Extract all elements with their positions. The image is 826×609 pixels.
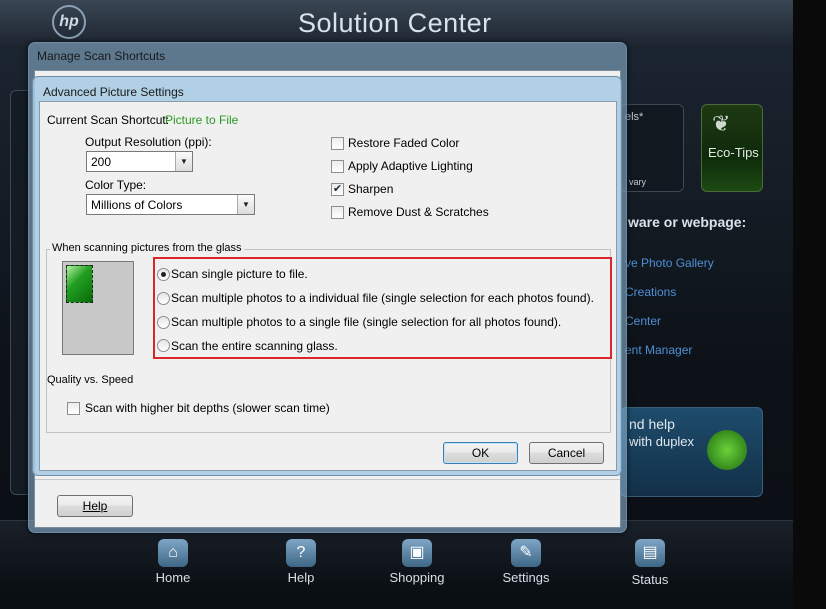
color-type-value: Millions of Colors <box>91 198 183 212</box>
sharpen-label: Sharpen <box>348 182 394 196</box>
app-left-panel <box>10 90 28 495</box>
eco-tips-tile[interactable]: ❦ Eco-Tips <box>701 104 763 192</box>
remove-dust-checkbox[interactable] <box>331 206 344 219</box>
software-webpage-heading: ware or webpage: <box>628 214 747 230</box>
resolution-label: Output Resolution (ppi): <box>85 135 212 149</box>
color-type-select[interactable]: Millions of Colors ▼ <box>86 194 255 215</box>
advanced-picture-settings-title: Advanced Picture Settings <box>43 85 184 99</box>
pixels-tile-text: els* <box>625 111 644 123</box>
restore-faded-color-checkbox[interactable] <box>331 137 344 150</box>
adaptive-lighting-checkbox[interactable] <box>331 160 344 173</box>
desktop-strip <box>793 0 826 609</box>
help-button[interactable]: Help <box>57 495 133 517</box>
manage-scan-shortcuts-title: Manage Scan Shortcuts <box>37 49 166 63</box>
chevron-down-icon: ▼ <box>175 152 192 171</box>
resolution-value: 200 <box>91 155 112 169</box>
promo-line2: with duplex <box>629 434 695 449</box>
eco-tips-label: Eco-Tips <box>708 145 759 160</box>
advanced-picture-settings-dialog: Advanced Picture Settings Current Scan S… <box>32 76 622 476</box>
taskbar-settings-label: Settings <box>502 570 550 585</box>
cancel-button[interactable]: Cancel <box>529 442 604 464</box>
promo-line1: nd help <box>629 416 675 432</box>
resolution-select[interactable]: 200 ▼ <box>86 151 193 172</box>
link-creations[interactable]: Creations <box>625 285 676 299</box>
home-icon: ⌂ <box>158 539 188 567</box>
color-type-label: Color Type: <box>85 178 147 192</box>
ok-button[interactable]: OK <box>443 442 518 464</box>
shopping-cart-icon: ▣ <box>402 539 432 567</box>
chevron-down-icon: ▼ <box>237 195 254 214</box>
wrench-icon: ✎ <box>511 539 541 567</box>
restore-faded-color-label: Restore Faded Color <box>348 136 460 150</box>
taskbar-shopping-label: Shopping <box>389 570 445 585</box>
hp-logo: hp <box>52 5 86 39</box>
scan-multiple-single-radio[interactable] <box>157 316 170 329</box>
taskbar-status[interactable]: ▤ Status <box>615 521 685 591</box>
link-photo-gallery[interactable]: ve Photo Gallery <box>625 256 714 270</box>
pixels-tile[interactable]: els* vary <box>620 104 684 192</box>
leaf-icon: ❦ <box>712 111 731 136</box>
glass-scan-group-label: When scanning pictures from the glass <box>50 242 244 254</box>
help-button-label: Help <box>82 499 108 513</box>
adaptive-lighting-label: Apply Adaptive Lighting <box>348 159 473 173</box>
preview-thumbnail <box>66 265 93 303</box>
duplex-promo[interactable]: nd help with duplex <box>620 407 763 497</box>
status-icon: ▤ <box>635 539 665 567</box>
vary-tile-text: vary <box>629 177 647 187</box>
current-shortcut-label: Current Scan Shortcut: <box>47 113 170 127</box>
current-shortcut-value: Picture to File <box>165 113 239 127</box>
recycle-globe-icon <box>707 430 747 470</box>
scan-entire-glass-radio[interactable] <box>157 339 170 352</box>
scan-multiple-individual-radio[interactable] <box>157 292 170 305</box>
sharpen-checkbox[interactable]: ✔ <box>331 183 344 196</box>
scan-single-label: Scan single picture to file. <box>171 267 308 281</box>
quality-speed-label: Quality vs. Speed <box>47 374 134 386</box>
bit-depth-label: Scan with higher bit depths (slower scan… <box>85 401 330 415</box>
link-center[interactable]: Center <box>625 314 661 328</box>
dialog-separator <box>35 479 620 480</box>
scan-multiple-individual-label: Scan multiple photos to a individual fil… <box>171 291 594 305</box>
remove-dust-label: Remove Dust & Scratches <box>348 205 489 219</box>
advanced-picture-settings-body: Current Scan Shortcut: Picture to File O… <box>39 101 617 471</box>
help-icon: ? <box>286 539 316 567</box>
scan-single-radio[interactable] <box>157 268 170 281</box>
taskbar-status-label: Status <box>631 572 669 587</box>
scan-preview <box>62 261 134 355</box>
taskbar-home-label: Home <box>155 570 191 585</box>
bit-depth-checkbox[interactable] <box>67 402 80 415</box>
scan-multiple-single-label: Scan multiple photos to a single file (s… <box>171 315 562 329</box>
taskbar-help-label: Help <box>287 570 315 585</box>
scan-entire-glass-label: Scan the entire scanning glass. <box>171 339 338 353</box>
link-manager[interactable]: ent Manager <box>625 343 692 357</box>
app-title: Solution Center <box>298 8 492 38</box>
checkmark-icon: ✔ <box>332 183 343 195</box>
